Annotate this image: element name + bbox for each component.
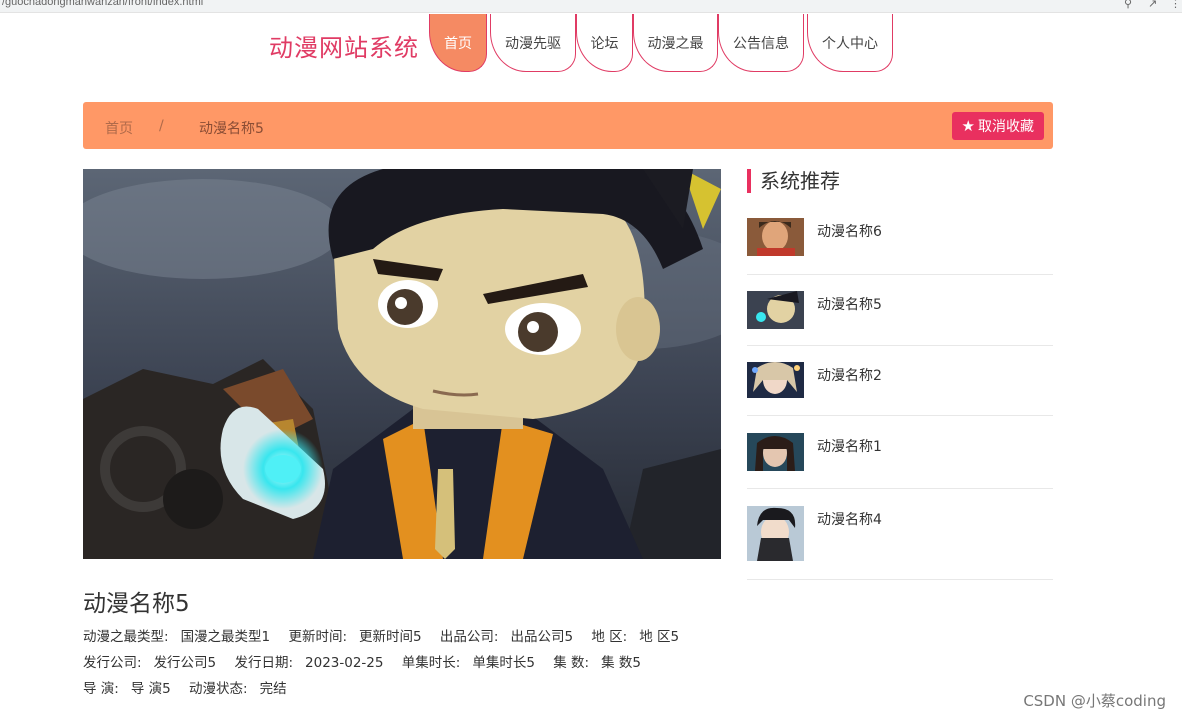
cancel-favorite-button[interactable]: ★ 取消收藏 [951, 112, 1044, 140]
field-label: 发行公司: [83, 655, 142, 671]
field-value: 更新时间5 [359, 629, 422, 645]
recommend-item[interactable]: 动漫名称2 [747, 362, 1053, 416]
detail-line-1: 动漫之最类型: 国漫之最类型1 更新时间: 更新时间5 出品公司: 出品公司5 地 区… [83, 625, 693, 645]
field-label: 单集时长: [401, 655, 461, 671]
nav-notice[interactable]: 公告信息 [718, 14, 804, 72]
recommend-thumbnail [747, 218, 804, 256]
recommend-thumbnail [747, 506, 804, 561]
field-label: 更新时间: [288, 629, 348, 645]
recommend-title: 系统推荐 [747, 169, 840, 193]
share-icon[interactable]: ↗ [1148, 0, 1157, 9]
field-value: 地 区5 [639, 629, 680, 645]
recommend-thumbnail [747, 433, 804, 471]
breadcrumb-current: 动漫名称5 [199, 121, 264, 137]
field-label: 动漫之最类型: [83, 629, 169, 645]
anime-title: 动漫名称5 [83, 591, 190, 617]
breadcrumb: 首页 / 动漫名称5 ★ 取消收藏 [83, 102, 1053, 149]
recommend-name: 动漫名称6 [817, 224, 882, 240]
nav-pioneer[interactable]: 动漫先驱 [490, 14, 576, 72]
nav-label: 论坛 [590, 35, 619, 52]
field-value: 完结 [259, 681, 287, 697]
field-value: 集 数5 [601, 655, 641, 671]
nav-home[interactable]: 首页 [429, 14, 487, 72]
recommend-name: 动漫名称1 [817, 439, 882, 455]
recommend-item[interactable]: 动漫名称6 [747, 218, 1053, 275]
recommend-item[interactable]: 动漫名称5 [747, 291, 1053, 346]
field-value: 发行公司5 [153, 655, 217, 671]
breadcrumb-separator: / [159, 118, 164, 134]
recommend-name: 动漫名称2 [817, 368, 882, 384]
detail-line-2: 发行公司: 发行公司5 发行日期: 2023-02-25 单集时长: 单集时长5 集 … [83, 651, 655, 671]
detail-line-3: 导 演: 导 演5 动漫状态: 完结 [83, 677, 301, 697]
recommend-item[interactable]: 动漫名称4 [747, 506, 1053, 580]
search-icon[interactable]: ⚲ [1124, 0, 1132, 9]
nav-label: 动漫先驱 [505, 35, 561, 52]
recommend-name: 动漫名称4 [817, 512, 882, 528]
nav-best[interactable]: 动漫之最 [633, 14, 718, 72]
field-value: 导 演5 [130, 681, 171, 697]
site-title: 动漫网站系统 [269, 34, 419, 62]
nav-forum[interactable]: 论坛 [576, 14, 633, 72]
field-label: 发行日期: [234, 655, 294, 671]
nav-user-center[interactable]: 个人中心 [807, 14, 893, 72]
nav-label: 首页 [444, 35, 472, 52]
nav-label: 公告信息 [733, 35, 789, 52]
field-value: 单集时长5 [472, 655, 535, 671]
field-value: 国漫之最类型1 [180, 629, 271, 645]
browser-address-bar[interactable]: /guochadongmanwanzan/front/index.html ⚲ … [0, 0, 1182, 13]
field-value: 2023-02-25 [305, 655, 384, 671]
menu-icon[interactable]: ⋮ [1170, 0, 1181, 9]
cancel-favorite-label: 取消收藏 [978, 119, 1034, 135]
field-label: 集 数: [553, 655, 590, 671]
field-label: 出品公司: [439, 629, 499, 645]
nav-label: 动漫之最 [647, 35, 704, 52]
url-text: /guochadongmanwanzan/front/index.html [2, 0, 204, 8]
nav-label: 个人中心 [822, 35, 878, 52]
field-label: 地 区: [591, 629, 628, 645]
star-icon: ★ [961, 117, 975, 135]
field-label: 动漫状态: [189, 681, 248, 697]
breadcrumb-home[interactable]: 首页 [105, 118, 133, 138]
field-label: 导 演: [83, 681, 119, 697]
recommend-thumbnail [747, 362, 804, 398]
anime-cover-image [83, 169, 721, 559]
field-value: 出品公司5 [510, 629, 574, 645]
watermark: CSDN @小蔡coding [1023, 692, 1166, 710]
recommend-thumbnail [747, 291, 804, 329]
recommend-name: 动漫名称5 [817, 297, 882, 313]
recommend-item[interactable]: 动漫名称1 [747, 433, 1053, 489]
